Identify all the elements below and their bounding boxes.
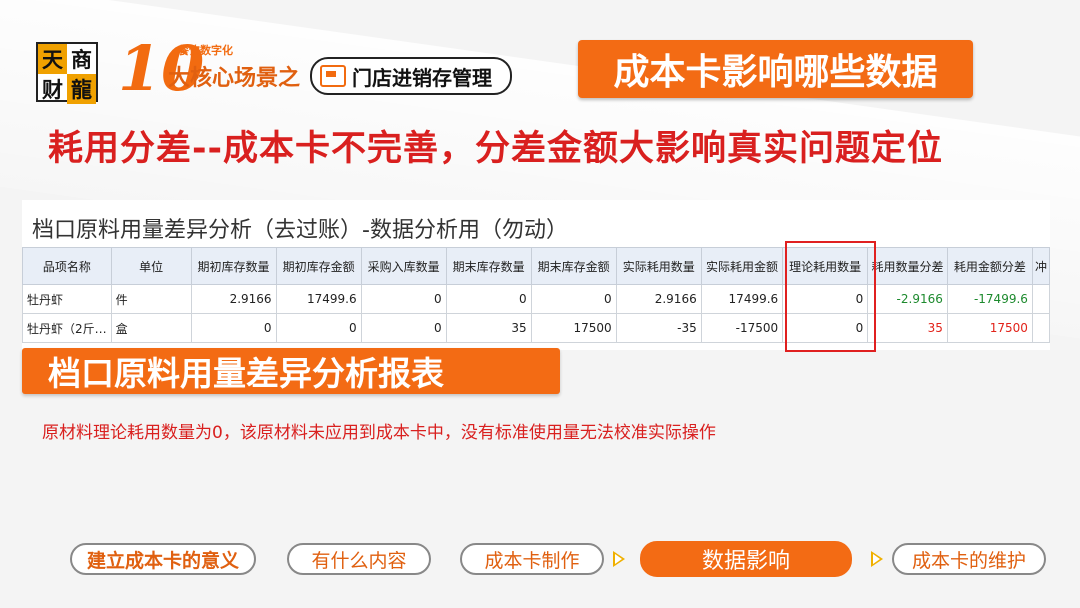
slide-title: 成本卡影响哪些数据 <box>578 40 973 98</box>
table-cell: -17500 <box>700 313 784 343</box>
column-header[interactable]: 耗用数量分差 <box>867 247 948 285</box>
table-cell: 35 <box>445 313 532 343</box>
column-header[interactable]: 实际耗用金额 <box>700 247 784 285</box>
nav-data-impact[interactable]: 数据影响 <box>640 541 852 577</box>
arrow-right-icon <box>871 551 883 567</box>
nav-maintenance[interactable]: 成本卡的维护 <box>892 543 1046 575</box>
report-table: 品项名称 单位 期初库存数量 期初库存金额 采购入库数量 期末库存数量 期末库存… <box>22 247 1050 343</box>
table-cell <box>1031 313 1050 343</box>
report-title: 档口原料用量差异分析（去过账）-数据分析用（勿动） <box>32 218 568 243</box>
table-cell: 17499.6 <box>700 284 784 314</box>
table-cell: 35 <box>867 313 948 343</box>
store-label: 门店进销存管理 <box>352 65 493 90</box>
table-cell: 17499.6 <box>275 284 362 314</box>
logo-char: 商 <box>71 47 92 72</box>
logo-char: 天 <box>38 44 67 74</box>
column-header[interactable]: 期末库存数量 <box>445 247 532 285</box>
table-cell: 17500 <box>946 313 1033 343</box>
column-header[interactable]: 冲 <box>1031 247 1050 285</box>
scenario-strip: 大核心场景之 门店进销存管理 <box>168 57 568 95</box>
column-header[interactable]: 期初库存金额 <box>275 247 362 285</box>
table-header-row: 品项名称 单位 期初库存数量 期初库存金额 采购入库数量 期末库存数量 期末库存… <box>22 247 1050 285</box>
table-cell: -17499.6 <box>946 284 1033 314</box>
table-cell: 0 <box>445 284 532 314</box>
column-header[interactable]: 实际耗用数量 <box>615 247 702 285</box>
column-header[interactable]: 期初库存数量 <box>190 247 277 285</box>
table-cell: 0 <box>530 284 617 314</box>
table-cell: -35 <box>615 313 702 343</box>
report-screenshot: 档口原料用量差异分析（去过账）-数据分析用（勿动） 品项名称 单位 期初库存数量… <box>22 200 1050 350</box>
table-cell: -2.9166 <box>867 284 948 314</box>
nav-creation[interactable]: 成本卡制作 <box>460 543 604 575</box>
digital-tag: 餐饮数字化 <box>178 44 233 57</box>
table-cell: 2.9166 <box>615 284 702 314</box>
headline: 耗用分差--成本卡不完善，分差金额大影响真实问题定位 <box>48 129 944 169</box>
table-row[interactable]: 牡丹虾 件 2.9166 17499.6 0 0 0 2.9166 17499.… <box>22 284 1050 314</box>
logo-char: 财 <box>42 77 63 102</box>
store-icon <box>320 65 347 87</box>
table-cell <box>1031 284 1050 314</box>
table-cell: 17500 <box>530 313 617 343</box>
report-tag: 档口原料用量差异分析报表 <box>22 348 560 394</box>
nav-meaning[interactable]: 建立成本卡的意义 <box>70 543 256 575</box>
column-header[interactable]: 耗用金额分差 <box>946 247 1033 285</box>
table-cell: 2.9166 <box>190 284 277 314</box>
table-cell: 0 <box>275 313 362 343</box>
table-cell: 0 <box>360 284 447 314</box>
column-header[interactable]: 品项名称 <box>22 247 112 285</box>
store-pill: 门店进销存管理 <box>310 57 513 95</box>
column-header[interactable]: 采购入库数量 <box>360 247 447 285</box>
column-header[interactable]: 期末库存金额 <box>530 247 617 285</box>
explanation-note: 原材料理论耗用数量为0，该原材料未应用到成本卡中，没有标准使用量无法校准实际操作 <box>42 423 716 443</box>
table-row[interactable]: 牡丹虾（2斤… 盒 0 0 0 35 17500 -35 -17500 0 35… <box>22 313 1050 343</box>
table-cell: 盒 <box>110 313 192 343</box>
brand-logo: 天 商 财 龍 <box>36 42 98 104</box>
table-cell: 牡丹虾 <box>22 284 112 314</box>
theoretical-usage-highlight <box>785 241 876 352</box>
column-header[interactable]: 单位 <box>110 247 192 285</box>
table-cell: 件 <box>110 284 192 314</box>
arrow-right-icon <box>613 551 625 567</box>
table-cell: 0 <box>360 313 447 343</box>
nav-contents[interactable]: 有什么内容 <box>287 543 431 575</box>
table-cell: 0 <box>190 313 277 343</box>
scenario-lead: 大核心场景之 <box>168 66 301 91</box>
table-cell: 牡丹虾（2斤… <box>22 313 112 343</box>
logo-char: 龍 <box>67 74 96 104</box>
